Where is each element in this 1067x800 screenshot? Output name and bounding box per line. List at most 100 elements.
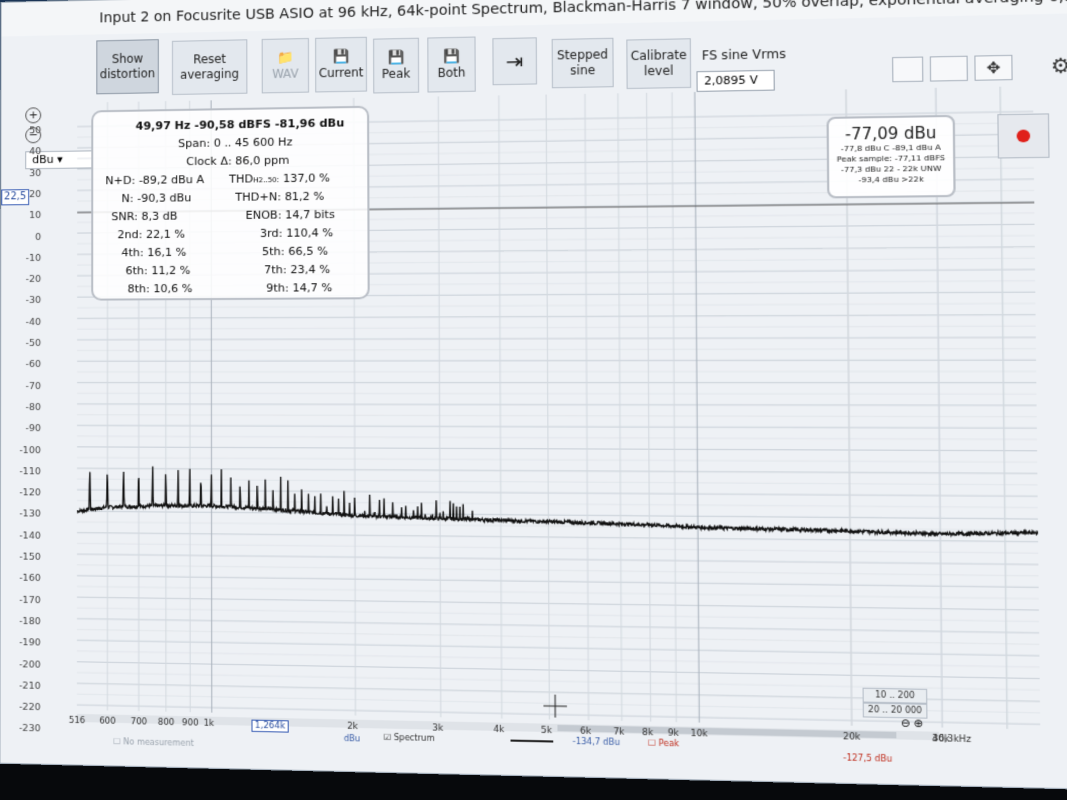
h4-label: 4th: xyxy=(121,246,143,259)
n-value: -90,3 dBu xyxy=(137,191,191,205)
thdn-label: THD+N: xyxy=(235,190,281,204)
grid-line xyxy=(77,360,1036,361)
level-main: -77,09 dBu xyxy=(829,123,953,144)
grid-line xyxy=(77,458,1037,463)
dbu-label: dBu xyxy=(344,734,360,744)
grid-line xyxy=(77,576,1039,588)
grid-line xyxy=(77,533,1038,542)
zoom-preset-high[interactable]: 20 .. 20 000 xyxy=(863,703,928,719)
grid-line xyxy=(77,436,1037,439)
settings-button[interactable]: ⚙ xyxy=(1048,54,1067,78)
thd-label: THD xyxy=(229,172,253,185)
grid-line xyxy=(77,303,1035,307)
record-button[interactable] xyxy=(997,113,1049,158)
save-peak-button[interactable]: 💾 Peak xyxy=(373,38,419,94)
y-tick-label: 20 xyxy=(5,189,41,200)
x-zoom-icons[interactable]: ⊖ ⊕ xyxy=(901,718,923,730)
h9-value: 14,7 % xyxy=(292,281,332,294)
h2-value: 22,1 % xyxy=(146,228,185,241)
grid-line xyxy=(77,337,1036,339)
grid-line xyxy=(77,565,1039,576)
y-tick-label: -90 xyxy=(5,423,41,434)
y-tick-label: -230 xyxy=(4,723,40,735)
y-tick-label: -80 xyxy=(5,402,41,413)
peak-label: Peak xyxy=(382,66,411,82)
nd-readout: N+D: -89,2 dBu A xyxy=(105,173,204,187)
clock-readout: Clock Δ: 86,0 ppm xyxy=(186,154,289,169)
zoom-preset-low[interactable]: 10 .. 200 xyxy=(863,688,928,704)
reset-averaging-label: Reset averaging xyxy=(173,51,246,83)
folder-icon: 📁 xyxy=(277,50,294,66)
y-tick-label: -170 xyxy=(5,594,41,606)
h4-readout: 4th: 16,1 % xyxy=(121,246,186,260)
y-tick-label: 0 xyxy=(5,231,41,242)
move-icon: ✥ xyxy=(986,58,1000,77)
peak-checkbox[interactable]: ☐ Peak xyxy=(648,738,679,748)
show-distortion-button[interactable]: Show distortion xyxy=(96,39,159,94)
y-tick-label: -50 xyxy=(5,338,41,349)
h6-value: 11,2 % xyxy=(151,264,190,277)
grid-line xyxy=(77,554,1038,564)
record-icon xyxy=(1017,130,1031,143)
plot-area: + − dBu ▾ 22,5 50 40 30 20 10 0 -10 -20 -30 -40 -5… xyxy=(0,87,1067,771)
save-icon: 💾 xyxy=(333,49,350,66)
grid-line xyxy=(77,315,1035,319)
thd-readout: THDH2..50: 137,0 % xyxy=(229,171,330,185)
n-label: N: xyxy=(121,192,133,205)
show-distortion-label: Show distortion xyxy=(97,51,158,82)
y-tick-label: 50 xyxy=(5,125,41,137)
move-button[interactable]: ✥ xyxy=(974,55,1012,81)
stepped-sine-label: Stepped sine xyxy=(553,47,613,79)
h8-label: 8th: xyxy=(128,282,150,295)
grid-line xyxy=(77,511,1038,519)
y-tick-label: -160 xyxy=(5,573,41,585)
calibrate-level-button[interactable]: Calibrate level xyxy=(626,38,691,89)
h5-readout: 5th: 66,5 % xyxy=(262,245,328,259)
h3-readout: 3rd: 110,4 % xyxy=(260,226,333,240)
h2-readout: 2nd: 22,1 % xyxy=(117,228,185,242)
h7-value: 23,4 % xyxy=(290,263,330,276)
close-button[interactable]: ✕ xyxy=(1052,0,1067,5)
save-both-button[interactable]: 💾 Both xyxy=(427,37,475,93)
fs-sine-input[interactable]: 2,0895 V xyxy=(696,70,774,92)
wav-button[interactable]: 📁 WAV xyxy=(262,38,309,93)
spectrum-checkbox[interactable]: ☑ Spectrum xyxy=(384,733,435,743)
y-tick-label: -130 xyxy=(5,509,41,520)
y-tick-label: -120 xyxy=(5,487,41,498)
thd-sub: H2..50: xyxy=(253,176,279,184)
grid-line xyxy=(77,326,1036,329)
save-icon: 💾 xyxy=(388,50,405,67)
y-tick-label: 40 xyxy=(5,146,41,157)
calibrate-level-label: Calibrate level xyxy=(627,48,690,80)
stepped-sine-button[interactable]: Stepped sine xyxy=(552,38,614,89)
window-layout-small-button[interactable] xyxy=(892,57,923,83)
spectrum-level: -134,7 dBu xyxy=(573,737,620,747)
y-tick-label: -180 xyxy=(5,616,41,628)
import-button[interactable]: ⇥ xyxy=(492,37,537,85)
no-measurement-label: No measurement xyxy=(123,737,194,748)
y-tick-label: -210 xyxy=(5,680,41,692)
thd-value: 137,0 % xyxy=(283,171,330,185)
y-tick-label: -220 xyxy=(4,701,40,713)
grid-line xyxy=(77,415,1037,417)
thdn-readout: THD+N: 81,2 % xyxy=(235,190,324,204)
gear-icon: ⚙ xyxy=(1051,53,1067,79)
h6-label: 6th: xyxy=(125,264,147,277)
enob-value: 14,7 bits xyxy=(285,208,335,222)
h4-value: 16,1 % xyxy=(147,246,186,259)
reset-averaging-button[interactable]: Reset averaging xyxy=(172,39,247,95)
y-tick-label: 10 xyxy=(5,210,41,221)
minimize-button[interactable]: – xyxy=(991,0,1016,7)
window-layout-columns-button[interactable] xyxy=(930,56,968,82)
save-current-button[interactable]: 💾 Current xyxy=(315,37,367,93)
nd-label: N+D: xyxy=(105,174,135,187)
enob-label: ENOB: xyxy=(246,208,282,222)
y-tick-label: -150 xyxy=(5,551,41,562)
zoom-in-icon[interactable]: + xyxy=(25,107,41,123)
grid-line xyxy=(77,608,1039,622)
y-tick-label: -140 xyxy=(5,530,41,541)
maximize-button[interactable]: ☐ xyxy=(1021,0,1046,6)
h2-label: 2nd: xyxy=(117,228,142,241)
no-measurement-checkbox[interactable]: ☐ No measurement xyxy=(113,737,194,748)
grid-line xyxy=(77,447,1037,451)
